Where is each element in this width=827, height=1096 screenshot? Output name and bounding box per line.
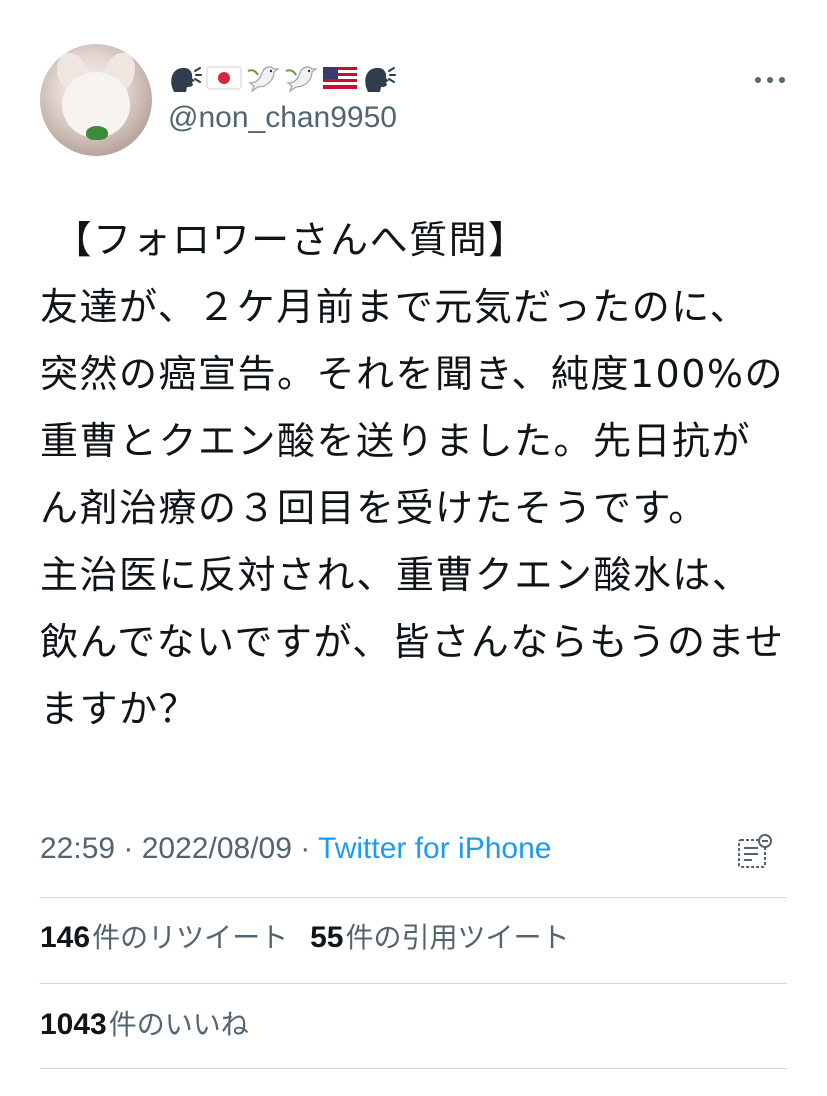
tweet-text: 【フォロワーさんへ質問】 友達が、２ケ月前まで元気だったのに、突然の癌宣告。それ… — [40, 218, 785, 731]
quotes-stat[interactable]: 55件の引用ツイート — [310, 918, 569, 958]
retweets-count: 146 — [40, 921, 91, 954]
speaking-head-icon — [171, 67, 202, 92]
divider — [40, 983, 787, 984]
display-name[interactable] — [168, 60, 396, 96]
retweets-label: 件のリツイート — [92, 921, 289, 954]
dove-icon — [247, 66, 280, 93]
likes-count: 1043 — [40, 1008, 107, 1041]
retweets-stat[interactable]: 146件のリツイート — [40, 918, 288, 958]
divider — [40, 1068, 787, 1069]
tweet-time[interactable]: 22:59 — [40, 832, 115, 865]
analytics-icon — [738, 834, 772, 868]
speaking-head-icon — [365, 67, 396, 92]
meta-separator: · — [115, 832, 142, 865]
divider — [40, 897, 787, 898]
tweet-analytics-button[interactable] — [736, 832, 774, 870]
meta-separator: · — [291, 832, 319, 865]
avatar-leaf — [86, 126, 108, 140]
dove-icon — [285, 66, 318, 93]
likes-label: 件のいいね — [108, 1008, 249, 1041]
more-options-button[interactable] — [752, 62, 788, 98]
engagement-stats: 146件のリツイート 55件の引用ツイート — [40, 918, 569, 958]
quotes-count: 55 — [310, 921, 344, 954]
tweet-date[interactable]: 2022/08/09 — [142, 832, 292, 865]
tweet-metadata: 22:59 · 2022/08/09 · Twitter for iPhone — [40, 828, 551, 870]
tweet-source[interactable]: Twitter for iPhone — [318, 832, 551, 865]
avatar[interactable] — [40, 44, 152, 156]
japan-flag-icon — [206, 66, 242, 90]
likes-stat[interactable]: 1043件のいいね — [40, 1005, 249, 1045]
user-handle[interactable]: @non_chan9950 — [168, 100, 397, 136]
us-flag-icon — [323, 67, 357, 89]
more-icon — [755, 77, 785, 83]
likes-stats: 1043件のいいね — [40, 1005, 249, 1045]
quotes-label: 件の引用ツイート — [345, 921, 570, 954]
